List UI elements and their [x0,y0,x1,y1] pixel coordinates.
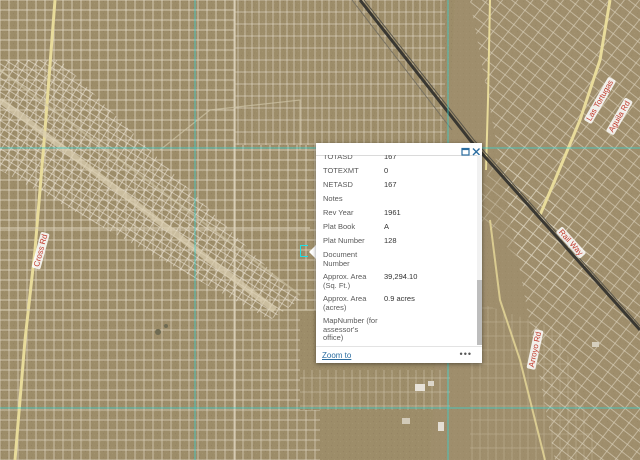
attr-key: MapNumber (for assessor's office) [323,316,378,342]
popup-scrollbar[interactable] [477,155,482,345]
attr-key: Document Number [323,250,358,268]
close-icon[interactable] [471,144,482,156]
attr-key: Plat Book [323,222,356,231]
more-actions-icon[interactable]: ••• [460,349,472,359]
attr-value: 167 [384,155,397,161]
maximize-icon[interactable] [460,144,471,156]
attr-key: TOTEXMT [323,166,359,175]
attr-value: A [384,222,390,231]
attr-key: Notes [323,194,343,203]
selected-parcel-outline [300,245,308,257]
popup-scrollbar-thumb[interactable] [477,280,482,345]
attr-key: Approx. Area (Sq. Ft.) [323,272,367,290]
zoom-to-link[interactable]: Zoom to [322,351,351,360]
popup-footer: Zoom to ••• [316,346,482,363]
attr-key: TOTASD [323,155,353,161]
attr-value: 128 [384,236,397,245]
attr-key: NETASD [323,180,353,189]
popup-attribute-table[interactable]: TOTASD 167 TOTEXMT 0 NETASD 167 Notes Rev Y… [316,155,472,345]
attr-value: 1961 [384,208,401,217]
attr-key: Rev Year [323,208,354,217]
attr-value: 167 [384,180,397,189]
attr-value: 39,294.10 [384,272,418,281]
attr-key: Approx. Area (acres) [323,294,367,312]
parcel-popup: TOTASD 167 TOTEXMT 0 NETASD 167 Notes Rev Y… [316,143,482,363]
attr-key: Plat Number [323,236,365,245]
attr-value: 0.9 acres [384,294,415,303]
attr-value: 0 [384,166,389,175]
